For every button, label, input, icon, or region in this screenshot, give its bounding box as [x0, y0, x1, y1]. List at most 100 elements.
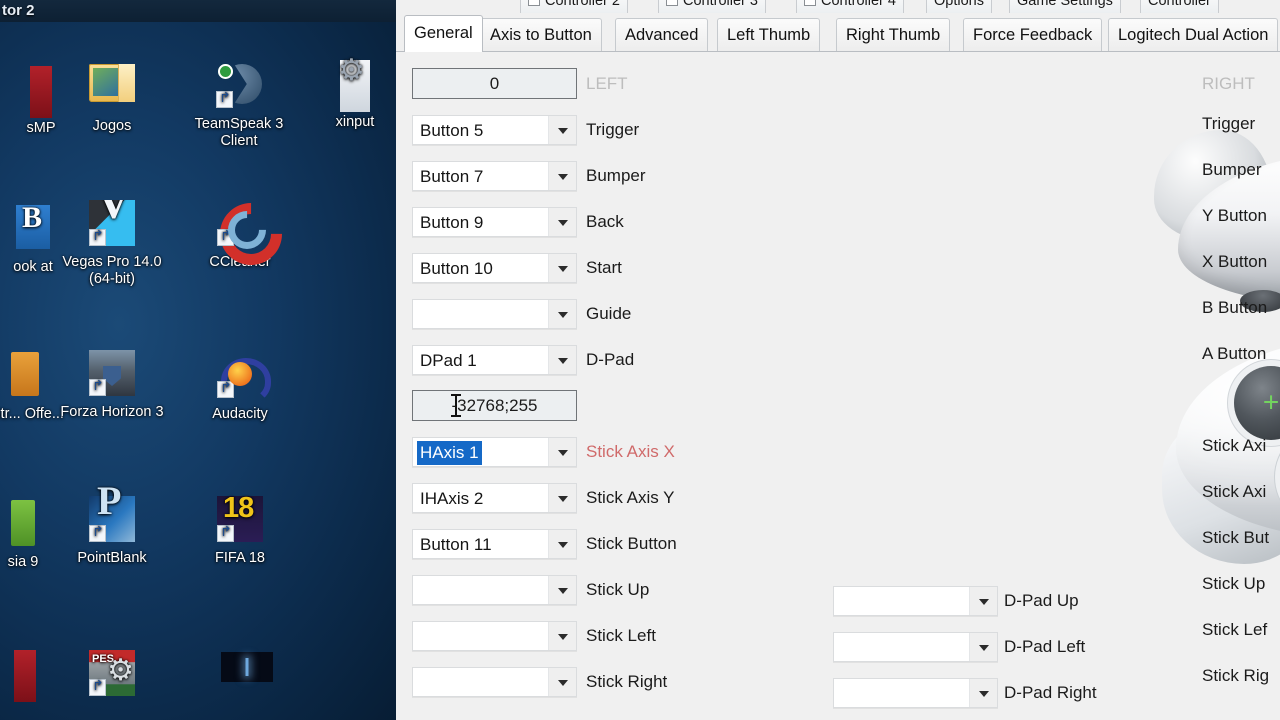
label-d-pad: D-Pad — [586, 350, 635, 369]
desktop-icon-label: PointBlank — [77, 550, 147, 566]
top-tab-game-settings[interactable]: Game Settings — [1009, 0, 1121, 13]
desktop-icon-label: Audacity — [212, 406, 268, 422]
desktop-icon-glyph — [1, 352, 49, 400]
combo-start[interactable]: Button 10 — [412, 253, 577, 283]
ic-ts-icon — [216, 62, 262, 108]
combo-value: Button 7 — [420, 167, 484, 186]
combo-value: Button 10 — [420, 259, 493, 278]
combo-value: HAxis 1 — [417, 441, 482, 465]
combo-value: DPad 1 — [420, 351, 477, 370]
ic-forza-icon — [89, 350, 135, 396]
combo-back[interactable]: Button 9 — [412, 207, 577, 237]
tab-right-thumb[interactable]: Right Thumb — [836, 18, 951, 51]
tab-general[interactable]: General — [404, 15, 483, 52]
desktop-icon-pointblank[interactable]: PointBlank — [57, 492, 167, 567]
combo-d-pad[interactable]: DPad 1 — [412, 345, 577, 375]
desktop-icon-jogos[interactable]: Jogos — [57, 64, 167, 135]
checkbox-icon[interactable] — [528, 0, 540, 6]
chevron-down-icon[interactable] — [969, 679, 997, 707]
top-tab-label: Options — [934, 0, 984, 9]
tab-axis-to-button[interactable]: Axis to Button — [480, 18, 602, 51]
label-d-pad-left: D-Pad Left — [1004, 637, 1086, 656]
chevron-down-icon[interactable] — [548, 668, 576, 696]
chevron-down-icon[interactable] — [548, 116, 576, 144]
desktop-titlebar-fragment: tor 2 — [0, 0, 396, 22]
right-label-stick-rig-11: Stick Rig — [1202, 666, 1270, 685]
combo-stick-button[interactable]: Button 11 — [412, 529, 577, 559]
checkbox-icon[interactable] — [804, 0, 816, 6]
top-tab-label: Controller — [1148, 0, 1211, 9]
desktop-icon-audacity[interactable]: Audacity — [185, 352, 295, 423]
chevron-down-icon[interactable] — [548, 300, 576, 328]
tab-logitech-dual-action[interactable]: Logitech Dual Action — [1108, 18, 1279, 51]
general-tab-content: BACK START Y X B A 0LEFTButton 5TriggerB… — [396, 52, 1280, 720]
label-stick-left: Stick Left — [586, 626, 656, 645]
chevron-down-icon[interactable] — [548, 576, 576, 604]
top-tab-controller-3[interactable]: Controller 3 — [658, 0, 766, 13]
desktop-icon-glyph — [88, 650, 136, 698]
chevron-down-icon[interactable] — [969, 587, 997, 615]
tab-left-thumb[interactable]: Left Thumb — [717, 18, 821, 51]
ic-blue-icon — [16, 205, 50, 249]
desktop-icon-forza-horizon-3[interactable]: Forza Horizon 3 — [57, 350, 167, 421]
shortcut-arrow-icon — [89, 229, 106, 246]
desktop-icon-unlabeled-14[interactable] — [57, 650, 167, 704]
desktop-icon-vegas-pro-14-0-64-bit[interactable]: Vegas Pro 14.0 (64-bit) — [57, 200, 167, 288]
desktop-icon-label: FIFA 18 — [215, 550, 265, 566]
left-axis-value-display[interactable]: 0 — [412, 68, 577, 99]
combo-trigger[interactable]: Button 5 — [412, 115, 577, 145]
right-label-trigger-0: Trigger — [1202, 114, 1256, 133]
combo-value: Button 5 — [420, 121, 484, 140]
combo-d-pad-left[interactable] — [833, 632, 998, 662]
chevron-down-icon[interactable] — [548, 438, 576, 466]
label-stick-right: Stick Right — [586, 672, 668, 691]
tab-label: Force Feedback — [973, 26, 1093, 44]
tab-advanced[interactable]: Advanced — [615, 18, 709, 51]
ic-strip-icon — [11, 352, 39, 396]
tab-force-feedback[interactable]: Force Feedback — [963, 18, 1103, 51]
combo-bumper[interactable]: Button 7 — [412, 161, 577, 191]
chevron-down-icon[interactable] — [548, 208, 576, 236]
chevron-down-icon[interactable] — [548, 162, 576, 190]
left-thumbstick-shape — [1234, 366, 1280, 440]
desktop-icon-glyph — [88, 350, 136, 398]
combo-d-pad-right[interactable] — [833, 678, 998, 708]
tab-label: Left Thumb — [727, 26, 811, 44]
checkbox-icon[interactable] — [666, 0, 678, 6]
combo-value: Button 11 — [420, 535, 492, 554]
ic-fifa-icon — [217, 496, 263, 542]
combo-stick-left[interactable] — [412, 621, 577, 651]
chevron-down-icon[interactable] — [969, 633, 997, 661]
combo-stick-axis-y[interactable]: IHAxis 2 — [412, 483, 577, 513]
combo-stick-axis-x[interactable]: HAxis 1 — [412, 437, 577, 467]
desktop-icon-ccleaner[interactable]: CCleaner — [185, 200, 295, 271]
chevron-down-icon[interactable] — [548, 622, 576, 650]
desktop-icon-unlabeled-15[interactable] — [190, 652, 300, 706]
ic-red-icon — [14, 650, 36, 702]
desktop-icon-fifa-18[interactable]: FIFA 18 — [185, 496, 295, 567]
shortcut-arrow-icon — [216, 91, 233, 108]
label-stick-button: Stick Button — [586, 534, 677, 553]
ic-pes-icon — [89, 650, 135, 696]
combo-stick-right[interactable] — [412, 667, 577, 697]
chevron-down-icon[interactable] — [548, 530, 576, 558]
desktop-icon-teamspeak-3-client[interactable]: TeamSpeak 3 Client — [184, 62, 294, 150]
combo-d-pad-up[interactable] — [833, 586, 998, 616]
top-tab-controller-4[interactable]: Controller 4 — [796, 0, 904, 13]
desktop-icon-xinput[interactable]: xinput — [300, 60, 396, 131]
tab-label: Advanced — [625, 26, 699, 44]
stick-axis-x-range-field[interactable]: -32768;255 — [412, 390, 577, 421]
desktop-icon-glyph — [88, 200, 136, 248]
desktop-icon-glyph — [216, 200, 264, 248]
chevron-down-icon[interactable] — [548, 484, 576, 512]
chevron-down-icon[interactable] — [548, 254, 576, 282]
desktop-titlebar-text: tor 2 — [2, 2, 35, 19]
combo-stick-up[interactable] — [412, 575, 577, 605]
chevron-down-icon[interactable] — [548, 346, 576, 374]
top-tab-controller[interactable]: Controller — [1140, 0, 1219, 13]
top-tab-controller-2[interactable]: Controller 2 — [520, 0, 628, 13]
combo-guide[interactable] — [412, 299, 577, 329]
top-tab-options[interactable]: Options — [926, 0, 992, 13]
ic-vegas-icon — [89, 200, 135, 246]
right-label-b-button-4: B Button — [1202, 298, 1268, 317]
